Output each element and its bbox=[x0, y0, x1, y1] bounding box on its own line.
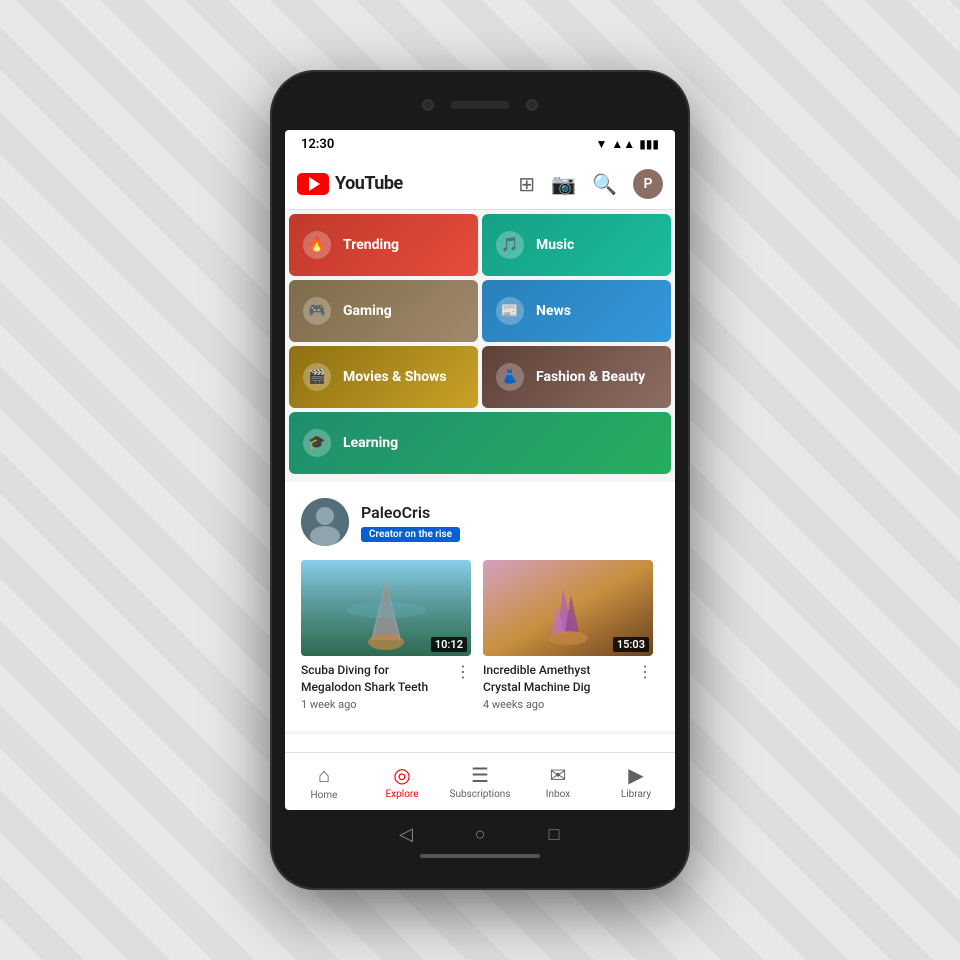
gaming-label: Gaming bbox=[343, 303, 392, 319]
video-thumb-2: 15:03 bbox=[483, 560, 653, 656]
category-grid: 🔥 Trending 🎵 Music 🎮 Gaming 📰 News 🎬 bbox=[285, 210, 675, 478]
category-movies[interactable]: 🎬 Movies & Shows bbox=[289, 346, 478, 408]
battery-icon: ▮▮▮ bbox=[639, 137, 659, 151]
phone: 12:30 ▼ ▲▲ ▮▮▮ YouTube ⊞ 📷 🔍 P bbox=[270, 70, 690, 890]
category-trending[interactable]: 🔥 Trending bbox=[289, 214, 478, 276]
nav-library[interactable]: ▶ Library bbox=[597, 757, 675, 806]
fashion-icon: 👗 bbox=[496, 363, 524, 391]
creator-avatar[interactable] bbox=[301, 498, 349, 546]
home-label: Home bbox=[311, 790, 338, 801]
video-title-2: Incredible Amethyst Crystal Machine Dig bbox=[483, 662, 629, 696]
movies-icon: 🎬 bbox=[303, 363, 331, 391]
nav-explore[interactable]: ◎ Explore bbox=[363, 757, 441, 806]
video-card-2[interactable]: 15:03 Incredible Amethyst Crystal Machin… bbox=[483, 560, 653, 711]
video-meta-2: 4 weeks ago bbox=[483, 698, 629, 711]
category-gaming[interactable]: 🎮 Gaming bbox=[289, 280, 478, 342]
gaming-icon: 🎮 bbox=[303, 297, 331, 325]
status-icons: ▼ ▲▲ ▮▮▮ bbox=[596, 137, 659, 151]
user-avatar[interactable]: P bbox=[633, 169, 663, 199]
subscriptions-icon: ☰ bbox=[471, 763, 489, 787]
trending-label: Trending bbox=[343, 237, 399, 253]
signal-icon: ▲▲ bbox=[611, 137, 635, 151]
phone-top bbox=[270, 70, 690, 130]
video-menu-2[interactable]: ⋮ bbox=[637, 662, 653, 711]
android-nav: ◁ ○ □ bbox=[270, 822, 690, 846]
status-bar: 12:30 ▼ ▲▲ ▮▮▮ bbox=[285, 130, 675, 158]
video-info-1: Scuba Diving for Megalodon Shark Teeth 1… bbox=[301, 656, 471, 711]
video-list[interactable]: 10:12 Scuba Diving for Megalodon Shark T… bbox=[301, 560, 659, 715]
subscriptions-label: Subscriptions bbox=[450, 789, 511, 800]
home-button[interactable]: ○ bbox=[468, 822, 492, 846]
camera-icon[interactable]: 📷 bbox=[551, 172, 576, 196]
category-learning[interactable]: 🎓 Learning bbox=[289, 412, 671, 474]
recents-button[interactable]: □ bbox=[542, 822, 566, 846]
wifi-icon: ▼ bbox=[596, 137, 608, 151]
nav-home[interactable]: ⌂ Home bbox=[285, 757, 363, 807]
video-duration-2: 15:03 bbox=[613, 637, 649, 652]
creator-info: PaleoCris Creator on the rise bbox=[361, 503, 460, 542]
music-label: Music bbox=[536, 237, 574, 253]
fashion-label: Fashion & Beauty bbox=[536, 369, 645, 385]
creator-section: PaleoCris Creator on the rise bbox=[285, 482, 675, 731]
video-title-1: Scuba Diving for Megalodon Shark Teeth bbox=[301, 662, 447, 696]
category-news[interactable]: 📰 News bbox=[482, 280, 671, 342]
creator-header: PaleoCris Creator on the rise bbox=[301, 498, 659, 546]
nav-subscriptions[interactable]: ☰ Subscriptions bbox=[441, 757, 519, 806]
inbox-label: Inbox bbox=[546, 789, 570, 800]
video-meta-1: 1 week ago bbox=[301, 698, 447, 711]
news-label: News bbox=[536, 303, 571, 319]
category-fashion[interactable]: 👗 Fashion & Beauty bbox=[482, 346, 671, 408]
home-icon: ⌂ bbox=[318, 763, 330, 788]
news-icon: 📰 bbox=[496, 297, 524, 325]
explore-label: Explore bbox=[386, 789, 419, 800]
inbox-icon: ✉ bbox=[550, 763, 567, 787]
phone-bottom: ◁ ○ □ bbox=[270, 810, 690, 870]
category-music[interactable]: 🎵 Music bbox=[482, 214, 671, 276]
library-label: Library bbox=[621, 789, 651, 800]
bottom-nav: ⌂ Home ◎ Explore ☰ Subscriptions ✉ Inbox… bbox=[285, 752, 675, 810]
back-button[interactable]: ◁ bbox=[394, 822, 418, 846]
music-icon: 🎵 bbox=[496, 231, 524, 259]
youtube-logo: YouTube bbox=[297, 173, 403, 195]
learning-label: Learning bbox=[343, 435, 398, 451]
movies-label: Movies & Shows bbox=[343, 369, 447, 385]
header-actions: ⊞ 📷 🔍 P bbox=[518, 169, 663, 199]
explore-icon: ◎ bbox=[393, 763, 410, 787]
video-thumb-1: 10:12 bbox=[301, 560, 471, 656]
trending-section: Trending videos bbox=[285, 735, 675, 752]
status-time: 12:30 bbox=[301, 137, 334, 152]
video-menu-1[interactable]: ⋮ bbox=[455, 662, 471, 711]
front-camera bbox=[422, 99, 434, 111]
home-indicator bbox=[420, 854, 540, 858]
creator-badge: Creator on the rise bbox=[361, 527, 460, 542]
creator-name: PaleoCris bbox=[361, 503, 460, 522]
video-card-1[interactable]: 10:12 Scuba Diving for Megalodon Shark T… bbox=[301, 560, 471, 711]
play-triangle bbox=[309, 177, 320, 191]
search-icon[interactable]: 🔍 bbox=[592, 172, 617, 196]
learning-icon: 🎓 bbox=[303, 429, 331, 457]
cast-icon[interactable]: ⊞ bbox=[518, 172, 535, 196]
app-header: YouTube ⊞ 📷 🔍 P bbox=[285, 158, 675, 210]
library-icon: ▶ bbox=[628, 763, 643, 787]
youtube-wordmark: YouTube bbox=[335, 173, 403, 194]
screen-content[interactable]: 🔥 Trending 🎵 Music 🎮 Gaming 📰 News 🎬 bbox=[285, 210, 675, 752]
video-info-2: Incredible Amethyst Crystal Machine Dig … bbox=[483, 656, 653, 711]
speaker bbox=[450, 101, 510, 109]
screen: 12:30 ▼ ▲▲ ▮▮▮ YouTube ⊞ 📷 🔍 P bbox=[285, 130, 675, 810]
front-camera-2 bbox=[526, 99, 538, 111]
video-duration-1: 10:12 bbox=[431, 637, 467, 652]
trending-icon: 🔥 bbox=[303, 231, 331, 259]
youtube-icon bbox=[297, 173, 329, 195]
nav-inbox[interactable]: ✉ Inbox bbox=[519, 757, 597, 806]
